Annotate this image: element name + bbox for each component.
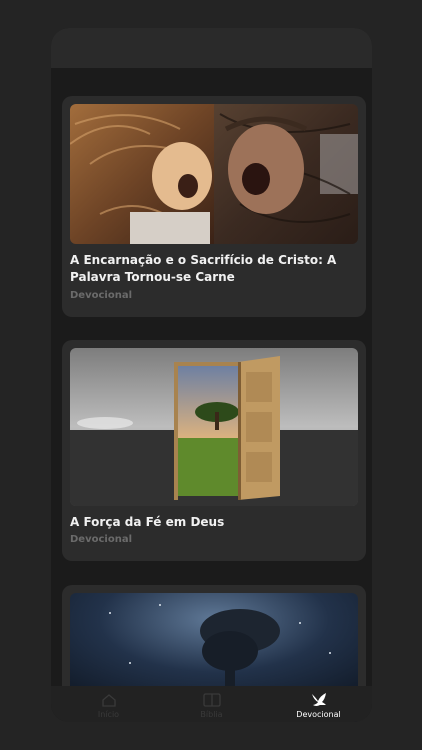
nav-item-inicio[interactable]: Início bbox=[55, 686, 162, 722]
devotional-card[interactable]: A Força da Fé em Deus Devocional bbox=[62, 340, 366, 561]
card-image[interactable] bbox=[70, 104, 358, 244]
card-title[interactable]: A Encarnação e o Sacrifício de Cristo: A… bbox=[70, 252, 356, 286]
devotional-feed[interactable]: A Encarnação e o Sacrifício de Cristo: A… bbox=[51, 68, 372, 722]
card-category: Devocional bbox=[70, 290, 132, 301]
app-screen: A Encarnação e o Sacrifício de Cristo: A… bbox=[51, 28, 372, 722]
door-field-image bbox=[70, 348, 358, 506]
child-and-christ-image bbox=[70, 104, 358, 244]
nav-label: Devocional bbox=[296, 710, 341, 719]
devotional-card[interactable]: A Encarnação e o Sacrifício de Cristo: A… bbox=[62, 96, 366, 317]
card-category: Devocional bbox=[70, 534, 132, 545]
card-title[interactable]: A Força da Fé em Deus bbox=[70, 514, 356, 531]
bible-icon bbox=[158, 692, 265, 707]
nav-item-biblia[interactable]: Bíblia bbox=[158, 686, 265, 722]
home-icon bbox=[55, 692, 162, 707]
dove-icon bbox=[265, 692, 372, 706]
nav-label: Início bbox=[97, 710, 120, 719]
top-bar bbox=[51, 28, 372, 68]
bottom-navigation: Início Bíblia Devocional bbox=[51, 686, 372, 722]
nav-label: Bíblia bbox=[200, 710, 223, 719]
nav-item-devocional[interactable]: Devocional bbox=[265, 686, 372, 722]
card-image[interactable] bbox=[70, 348, 358, 506]
